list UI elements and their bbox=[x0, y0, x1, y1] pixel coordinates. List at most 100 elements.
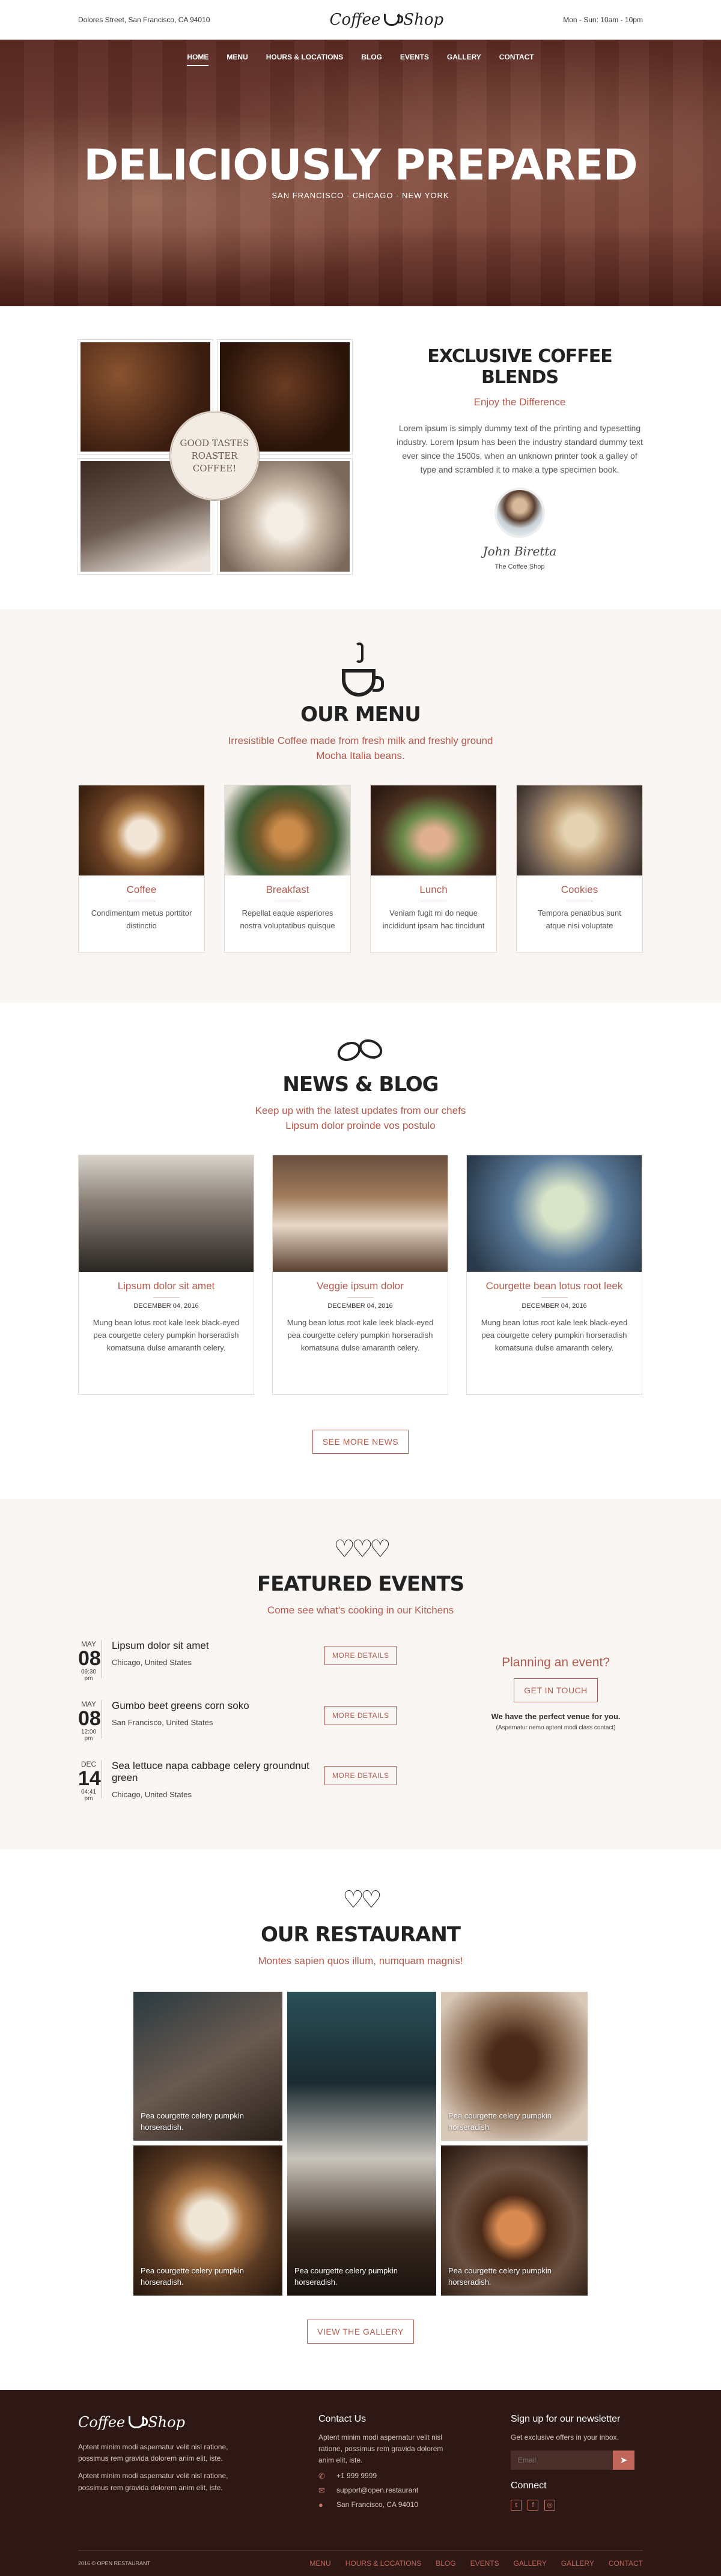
footer-about: Aptent minim modi aspernatur velit nisl … bbox=[78, 2472, 228, 2492]
event-location: Chicago, United States bbox=[112, 1789, 192, 1799]
hearts-icon: ♡♡ bbox=[342, 1887, 382, 1913]
coffee-beans-icon bbox=[333, 1035, 388, 1066]
site-footer: Coffee Shop Aptent minim modi aspernatur… bbox=[0, 2390, 721, 2576]
menu-card-breakfast[interactable]: Breakfast Repellat eaque asperiores nost… bbox=[224, 785, 351, 954]
more-details-button[interactable]: MORE DETAILS bbox=[324, 1645, 397, 1665]
coffee-mug-icon bbox=[339, 642, 384, 697]
news-card[interactable]: Courgette bean lotus root leek DECEMBER … bbox=[466, 1155, 642, 1395]
newsletter-title: Sign up for our newsletter bbox=[511, 2414, 621, 2424]
location-pin-icon: ● bbox=[318, 2500, 323, 2509]
event-item: DEC 14 04:41 pm Sea lettuce napa cabbage… bbox=[78, 1759, 457, 1820]
menu-card-coffee[interactable]: Coffee Condimentum metus porttitor disti… bbox=[78, 785, 205, 954]
event-location: Chicago, United States bbox=[112, 1657, 192, 1667]
menu-card-desc: Condimentum metus porttitor distinctio bbox=[91, 909, 192, 931]
news-card[interactable]: Lipsum dolor sit amet DECEMBER 04, 2016 … bbox=[78, 1155, 254, 1395]
address-text: Dolores Street, San Francisco, CA 94010 bbox=[78, 16, 210, 24]
menu-card-lunch[interactable]: Lunch Veniam fugit mi do neque incididun… bbox=[370, 785, 497, 954]
twitter-icon[interactable]: t bbox=[511, 2500, 522, 2511]
news-card-title[interactable]: Lipsum dolor sit amet bbox=[79, 1280, 254, 1292]
hero-title: DELICIOUSLY PREPARED bbox=[84, 141, 637, 190]
menu-card-cookies[interactable]: Cookies Tempora penatibus sunt atque nis… bbox=[516, 785, 643, 954]
hearts-icon: ♡♡♡ bbox=[333, 1536, 391, 1562]
footer-nav-menu[interactable]: MENU bbox=[309, 2559, 330, 2568]
nav-home[interactable]: HOME bbox=[187, 53, 209, 66]
nav-menu[interactable]: MENU bbox=[227, 53, 248, 66]
email-link[interactable]: support@open.restaurant bbox=[336, 2486, 418, 2494]
event-location: San Francisco, United States bbox=[112, 1717, 213, 1727]
news-card-date: DECEMBER 04, 2016 bbox=[522, 1302, 587, 1310]
event-item: MAY 08 09:30 pm Lipsum dolor sit amet Ch… bbox=[78, 1639, 457, 1700]
news-image bbox=[273, 1155, 448, 1272]
contact-text: Aptent minim modi aspernatur velit nisl … bbox=[318, 2433, 443, 2465]
restaurant-tagline: Montes sapien quos illum, numquam magnis… bbox=[258, 1955, 463, 1967]
gallery-image-beans[interactable]: Pea courgette celery pumpkin horseradish… bbox=[440, 1990, 589, 2142]
footer-about: Aptent minim modi aspernatur velit nisl … bbox=[78, 2443, 228, 2463]
phone-number[interactable]: +1 999 9999 bbox=[336, 2472, 377, 2480]
menu-section: OUR MENU Irresistible Coffee made from f… bbox=[0, 609, 721, 1003]
news-card-text: Mung bean lotus root kale leek black-eye… bbox=[481, 1318, 628, 1352]
footer-nav-gallery-2[interactable]: GALLERY bbox=[561, 2559, 594, 2568]
instagram-icon[interactable]: ◎ bbox=[544, 2500, 555, 2511]
footer-nav-hours[interactable]: HOURS & LOCATIONS bbox=[345, 2559, 421, 2568]
news-tagline: Keep up with the latest updates from our… bbox=[255, 1105, 466, 1131]
plan-event-box: Planning an event? GET IN TOUCH We have … bbox=[469, 1640, 643, 1820]
news-title: NEWS & BLOG bbox=[282, 1072, 439, 1096]
menu-title: OUR MENU bbox=[300, 703, 421, 727]
blends-tagline: Enjoy the Difference bbox=[473, 396, 566, 408]
venue-text: We have the perfect venue for you. bbox=[491, 1711, 621, 1721]
owner-avatar bbox=[494, 488, 545, 539]
see-more-news-button[interactable]: SEE MORE NEWS bbox=[312, 1430, 409, 1454]
news-section: NEWS & BLOG Keep up with the latest upda… bbox=[0, 1003, 721, 1499]
news-card-title[interactable]: Veggie ipsum dolor bbox=[273, 1280, 448, 1292]
photo-collage: GOOD TASTES ROASTER COFFEE! bbox=[78, 339, 353, 575]
more-details-button[interactable]: MORE DETAILS bbox=[324, 1765, 397, 1785]
nav-hours-locations[interactable]: HOURS & LOCATIONS bbox=[266, 53, 343, 66]
gallery-image-barista[interactable]: Pea courgette celery pumpkin horseradish… bbox=[132, 1990, 284, 2142]
menu-card-desc: Tempora penatibus sunt atque nisi volupt… bbox=[538, 909, 621, 931]
news-card-title[interactable]: Courgette bean lotus root leek bbox=[467, 1280, 642, 1292]
nav-gallery[interactable]: GALLERY bbox=[447, 53, 481, 66]
view-gallery-button[interactable]: VIEW THE GALLERY bbox=[307, 2319, 414, 2344]
event-name: Lipsum dolor sit amet bbox=[112, 1639, 209, 1651]
footer-nav-blog[interactable]: BLOG bbox=[436, 2559, 455, 2568]
facebook-icon[interactable]: f bbox=[528, 2500, 538, 2511]
blends-title: EXCLUSIVE COFFEE BLENDS bbox=[427, 346, 612, 388]
more-details-button[interactable]: MORE DETAILS bbox=[324, 1705, 397, 1725]
restaurant-title: OUR RESTAURANT bbox=[261, 1923, 461, 1947]
mail-icon: ✉ bbox=[318, 2485, 325, 2495]
opening-hours: Mon - Sun: 10am - 10pm bbox=[563, 16, 643, 24]
footer-nav-contact[interactable]: CONTACT bbox=[609, 2559, 643, 2568]
event-item: MAY 08 12:00 pm Gumbo beet greens corn s… bbox=[78, 1699, 457, 1760]
hero-banner: HOME MENU HOURS & LOCATIONS BLOG EVENTS … bbox=[0, 40, 721, 306]
owner-role: The Coffee Shop bbox=[494, 563, 545, 571]
roaster-badge: GOOD TASTES ROASTER COFFEE! bbox=[169, 411, 260, 501]
footer-nav-events[interactable]: EVENTS bbox=[470, 2559, 499, 2568]
news-card-text: Mung bean lotus root kale leek black-eye… bbox=[93, 1318, 240, 1352]
event-list: MAY 08 09:30 pm Lipsum dolor sit amet Ch… bbox=[78, 1639, 457, 1820]
gallery-image-cup[interactable]: Pea courgette celery pumpkin horseradish… bbox=[440, 2144, 589, 2297]
events-title: FEATURED EVENTS bbox=[257, 1572, 464, 1596]
footer-nav-gallery[interactable]: GALLERY bbox=[514, 2559, 547, 2568]
connect-title: Connect bbox=[511, 2481, 547, 2491]
news-image bbox=[79, 1155, 254, 1272]
newsletter-form: ➤ bbox=[511, 2451, 643, 2470]
event-name: Gumbo beet greens corn soko bbox=[112, 1699, 249, 1711]
nav-contact[interactable]: CONTACT bbox=[499, 53, 534, 66]
footer-logo[interactable]: Coffee Shop bbox=[78, 2414, 318, 2431]
contact-title: Contact Us bbox=[318, 2414, 367, 2424]
coffee-cup-icon bbox=[384, 14, 404, 26]
gallery-image-latte[interactable]: Pea courgette celery pumpkin horseradish… bbox=[132, 2144, 284, 2297]
blends-text: EXCLUSIVE COFFEE BLENDS Enjoy the Differ… bbox=[397, 346, 643, 570]
nav-events[interactable]: EVENTS bbox=[400, 53, 429, 66]
blends-description: Lorem ipsum is simply dummy text of the … bbox=[397, 423, 643, 475]
get-in-touch-button[interactable]: GET IN TOUCH bbox=[514, 1678, 598, 1702]
gallery-grid: Pea courgette celery pumpkin horseradish… bbox=[132, 1990, 589, 2297]
news-card[interactable]: Veggie ipsum dolor DECEMBER 04, 2016 Mun… bbox=[272, 1155, 448, 1395]
nav-blog[interactable]: BLOG bbox=[361, 53, 382, 66]
newsletter-email-input[interactable] bbox=[511, 2451, 613, 2470]
send-icon[interactable]: ➤ bbox=[613, 2451, 634, 2470]
footer-bottom-bar: 2016 © OPEN RESTAURANT MENU HOURS & LOCA… bbox=[78, 2550, 643, 2568]
site-logo[interactable]: Coffee Shop bbox=[330, 11, 444, 29]
gallery-image-pour-over[interactable]: Pea courgette celery pumpkin horseradish… bbox=[286, 1990, 437, 2297]
coffee-cup-icon bbox=[129, 2416, 148, 2428]
